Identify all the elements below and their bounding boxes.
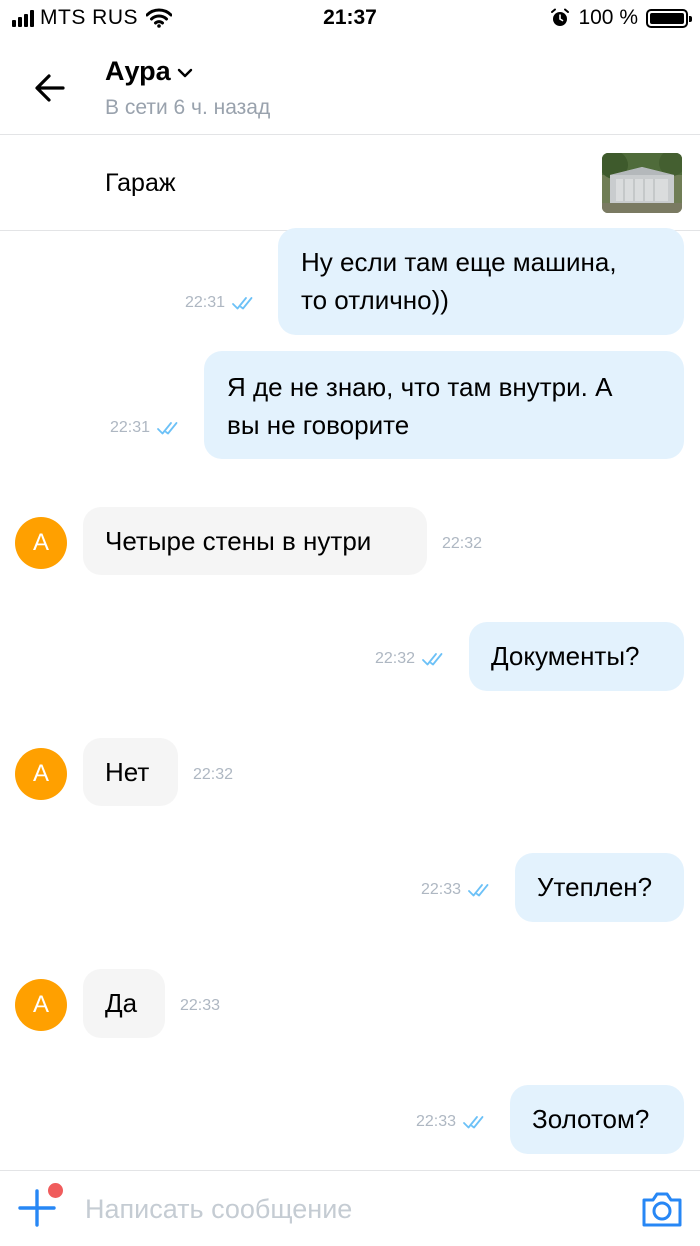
avatar[interactable]: A	[15, 748, 67, 800]
message-input[interactable]	[85, 1189, 605, 1229]
status-right: 100 %	[550, 6, 692, 30]
message-meta: 22:32	[442, 535, 482, 553]
outgoing-message[interactable]: Золотом?	[510, 1085, 684, 1154]
outgoing-message[interactable]: Ну если там еще машина, то отлично))	[278, 228, 684, 335]
message-text-line: то отлично))	[301, 285, 449, 315]
message-meta: 22:33	[180, 997, 220, 1015]
message-time: 22:33	[421, 881, 462, 898]
battery-icon	[646, 8, 692, 28]
avatar-initial: A	[32, 529, 49, 556]
message-time: 22:33	[416, 1113, 457, 1130]
double-check-icon	[232, 297, 253, 310]
message-time: 22:32	[193, 766, 234, 783]
message-meta: 22:31	[110, 419, 184, 437]
message-text: Да	[105, 988, 138, 1018]
message-text-line: вы не говорите	[227, 410, 410, 440]
message-time: 22:32	[375, 650, 416, 667]
outgoing-message[interactable]: Документы?	[469, 622, 684, 691]
contact-name[interactable]: Аура	[105, 56, 171, 87]
avatar-initial: A	[32, 760, 49, 787]
avatar[interactable]: A	[15, 517, 67, 569]
message-time: 22:33	[180, 997, 221, 1014]
notification-dot	[48, 1183, 63, 1198]
incoming-message[interactable]: Да	[83, 969, 165, 1038]
double-check-icon	[422, 653, 443, 666]
listing-thumbnail[interactable]	[602, 153, 682, 213]
message-composer	[0, 1170, 700, 1246]
message-time: 22:31	[185, 294, 226, 311]
message-meta: 22:32	[375, 650, 449, 668]
presence-status: В сети 6 ч. назад	[105, 96, 271, 119]
listing-title[interactable]: Гараж	[105, 169, 176, 198]
outgoing-message[interactable]: Утеплен?	[515, 853, 684, 922]
message-time: 22:32	[442, 535, 483, 552]
listing-bar[interactable]: Гараж	[0, 135, 700, 231]
back-arrow-icon[interactable]	[30, 68, 70, 108]
message-text: Утеплен?	[537, 872, 653, 902]
message-text: Документы?	[491, 641, 640, 671]
incoming-message[interactable]: Нет	[83, 738, 178, 806]
message-text: Четыре стены в нутри	[105, 526, 372, 556]
chevron-down-icon[interactable]	[177, 67, 193, 79]
status-bar: MTS RUS 21:37 100 %	[0, 0, 700, 40]
outgoing-message[interactable]: Я де не знаю, что там внутри. А вы не го…	[204, 351, 684, 459]
chat-header: Аура В сети 6 ч. назад	[0, 40, 700, 135]
avatar-initial: A	[32, 991, 49, 1018]
message-text: Золотом?	[532, 1104, 650, 1134]
incoming-message[interactable]: Четыре стены в нутри	[83, 507, 427, 575]
message-meta: 22:33	[421, 881, 495, 899]
message-text-line: Я де не знаю, что там внутри. А	[227, 372, 613, 402]
camera-icon[interactable]	[640, 1189, 684, 1229]
double-check-icon	[157, 422, 178, 435]
message-text: Нет	[105, 757, 150, 787]
double-check-icon	[468, 884, 489, 897]
avatar[interactable]: A	[15, 979, 67, 1031]
double-check-icon	[463, 1116, 484, 1129]
message-meta: 22:31	[185, 294, 259, 312]
battery-percent: 100 %	[578, 6, 638, 29]
alarm-icon	[551, 8, 570, 26]
contact-title[interactable]: Аура	[105, 56, 193, 87]
message-meta: 22:32	[193, 766, 233, 784]
message-meta: 22:33	[416, 1113, 490, 1131]
message-text-line: Ну если там еще машина,	[301, 247, 617, 277]
message-time: 22:31	[110, 419, 151, 436]
